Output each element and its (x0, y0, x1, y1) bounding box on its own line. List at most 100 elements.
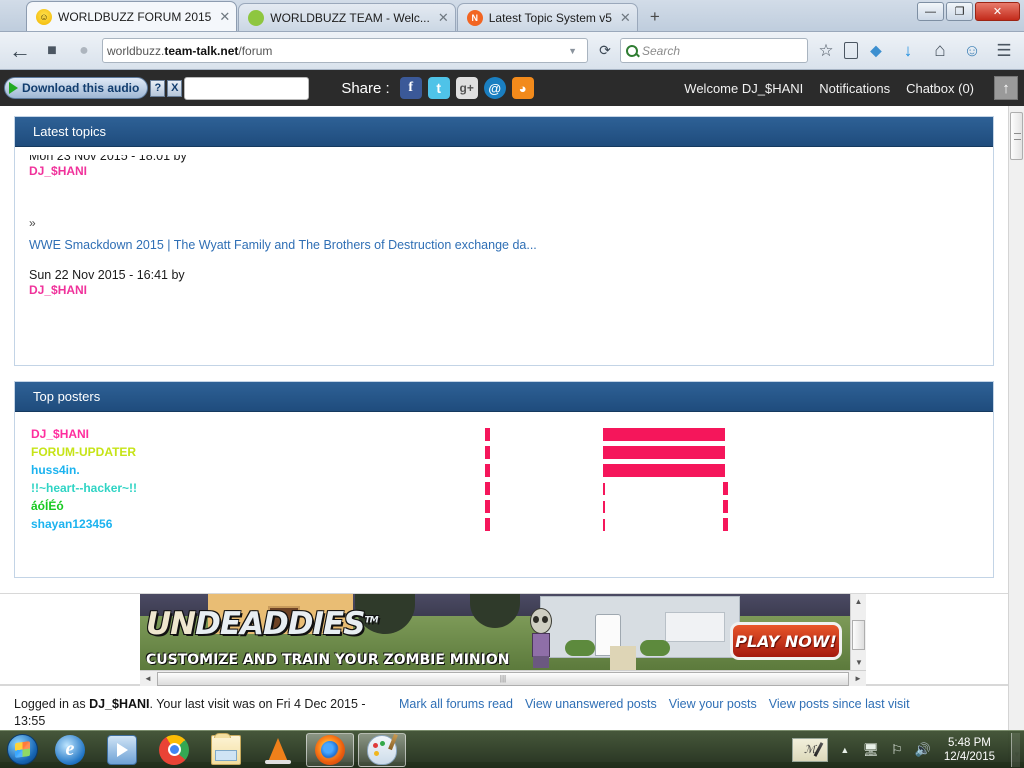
page-scrollbar-thumb[interactable] (1010, 112, 1023, 160)
view-posts-since-last-visit-link[interactable]: View posts since last visit (769, 697, 910, 711)
play-now-button[interactable]: PLAY NOW! (730, 622, 842, 660)
downloads-icon[interactable]: ↓ (894, 37, 922, 65)
top-posters-panel: Top posters DJ_$HANI FORUM-UPDATER huss4… (14, 381, 994, 578)
top-poster-name[interactable]: DJ_$HANI (15, 427, 485, 441)
ad-logo-un: UN (146, 606, 196, 642)
bookmark-star-icon[interactable]: ☆ (812, 37, 840, 65)
clock-date: 12/4/2015 (943, 750, 995, 763)
taskbar-firefox[interactable] (306, 732, 354, 767)
google-plus-icon[interactable]: g+ (455, 77, 478, 99)
taskbar-google-chrome[interactable] (150, 733, 198, 767)
close-toolbar-button[interactable]: X (167, 79, 183, 97)
window-controls: — ❐ ✕ (917, 2, 1020, 21)
top-poster-bar (485, 443, 993, 461)
shield-icon[interactable]: ⬥ (862, 37, 890, 65)
start-button[interactable] (2, 733, 42, 767)
browser-tab-2[interactable]: WORLDBUZZ TEAM - Welc... ✕ (238, 3, 456, 31)
top-poster-row: huss4in. (15, 461, 993, 479)
taskbar-windows-media-player[interactable] (98, 733, 146, 767)
topic-author[interactable]: DJ_$HANI (29, 283, 979, 297)
taskbar-vlc[interactable] (254, 733, 302, 767)
bar-cap-right (723, 500, 728, 513)
top-poster-name[interactable]: shayan123456 (15, 517, 485, 531)
scroll-to-top-button[interactable]: ↑ (994, 76, 1018, 100)
home-icon[interactable]: ⌂ (926, 37, 954, 65)
search-input[interactable]: Search (620, 38, 808, 63)
top-poster-row: shayan123456 (15, 515, 993, 533)
clock[interactable]: 5:48 PM 12/4/2015 (940, 736, 999, 764)
chevron-down-icon[interactable]: ▼ (562, 46, 583, 56)
view-your-posts-link[interactable]: View your posts (669, 697, 757, 711)
bar-fill (603, 464, 725, 477)
page-scrollbar[interactable]: ▼ (1008, 106, 1024, 762)
action-center-flag-icon[interactable]: ⚐ (888, 742, 906, 758)
show-hidden-icons-icon[interactable]: ▲ (836, 745, 854, 755)
topic-author[interactable]: DJ_$HANI (29, 164, 979, 178)
login-username[interactable]: DJ_$HANI (89, 697, 149, 711)
browser-tab-3-close-icon[interactable]: ✕ (620, 11, 631, 24)
mark-all-forums-read-link[interactable]: Mark all forums read (399, 697, 513, 711)
twitter-icon[interactable]: t (427, 77, 450, 99)
advertisement-horizontal-scrollbar[interactable]: ◄ ||| ► (140, 670, 866, 686)
top-poster-name[interactable]: á́ó́ÍÉó́ (15, 499, 485, 513)
bar-cap-left (485, 518, 490, 531)
toolbar-right: Welcome DJ_$HANI Notifications Chatbox (… (684, 76, 1024, 100)
window-minimize-button[interactable]: — (917, 2, 944, 21)
sync-icon[interactable]: ☺ (958, 37, 986, 65)
scroll-right-icon[interactable]: ► (850, 674, 866, 683)
advertisement-banner[interactable]: UNDEADDIESTM CUSTOMIZE AND TRAIN YOUR ZO… (140, 594, 850, 670)
browser-tab-2-close-icon[interactable]: ✕ (438, 11, 449, 24)
menu-icon[interactable]: ☰ (990, 37, 1018, 65)
top-poster-bar (485, 461, 993, 479)
scroll-thumb[interactable]: ||| (157, 671, 849, 686)
scroll-left-icon[interactable]: ◄ (140, 674, 156, 683)
taskbar-file-explorer[interactable] (202, 732, 250, 767)
topic-title-link[interactable]: WWE Smackdown 2015 | The Wyatt Family an… (29, 237, 979, 253)
back-button[interactable]: ← (6, 37, 34, 65)
ad-garage-door (665, 612, 725, 642)
google-chrome-icon (159, 734, 189, 765)
advertisement-vertical-scrollbar[interactable]: ▲ ▼ (850, 594, 866, 670)
network-icon[interactable]: 🖥 (862, 742, 880, 758)
top-poster-name[interactable]: !!~heart--hacker~!! (15, 481, 485, 495)
reading-list-icon[interactable] (844, 42, 858, 59)
bar-cap-left (485, 500, 490, 513)
chatbox-link[interactable]: Chatbox (0) (906, 81, 974, 96)
download-audio-label: Download this audio (22, 81, 140, 95)
taskbar-internet-explorer[interactable]: e (46, 733, 94, 767)
scroll-thumb[interactable] (852, 620, 865, 650)
advertisement-container: UNDEADDIESTM CUSTOMIZE AND TRAIN YOUR ZO… (0, 593, 1008, 686)
url-bar[interactable]: worldbuzz.team-talk.net/forum ▼ (102, 38, 588, 63)
bar-cap-left (485, 464, 490, 477)
help-button[interactable]: ? (150, 79, 166, 97)
volume-icon[interactable]: 🔊 (914, 742, 932, 758)
play-icon (9, 82, 18, 94)
notifications-link[interactable]: Notifications (819, 81, 890, 96)
n-badge-icon: N (466, 9, 483, 26)
scroll-down-icon[interactable]: ▼ (851, 655, 866, 670)
advertisement-frame[interactable]: UNDEADDIESTM CUSTOMIZE AND TRAIN YOUR ZO… (140, 594, 866, 686)
taskbar-paint[interactable] (358, 732, 406, 767)
top-poster-name[interactable]: huss4in. (15, 463, 485, 477)
window-maximize-button[interactable]: ❐ (946, 2, 973, 21)
download-audio-widget: Download this audio ? X (4, 77, 183, 99)
tablet-input-panel-icon[interactable]: ℳ (791, 737, 828, 762)
scroll-up-icon[interactable]: ▲ (851, 594, 866, 609)
facebook-icon[interactable]: f (399, 77, 422, 99)
browser-tab-3[interactable]: N Latest Topic System v5 ✕ (456, 3, 638, 31)
top-poster-name[interactable]: FORUM-UPDATER (15, 445, 485, 459)
show-desktop-button[interactable] (1011, 732, 1020, 767)
reload-button[interactable]: ⟳ (594, 42, 616, 59)
toolbar-text-input[interactable] (184, 76, 310, 100)
browser-tab-1-close-icon[interactable]: ✕ (219, 10, 230, 23)
site-identity-icon[interactable]: ■ (38, 37, 66, 65)
taskbar: e ℳ ▲ 🖥 ⚐ 🔊 5:48 PM 12/4/2015 (0, 730, 1024, 768)
browser-tab-1[interactable]: ☺ WORLDBUZZ FORUM 2015 ✕ (26, 1, 238, 31)
new-tab-button[interactable]: + (643, 6, 667, 28)
window-close-button[interactable]: ✕ (975, 2, 1020, 21)
view-unanswered-posts-link[interactable]: View unanswered posts (525, 697, 657, 711)
rss-icon[interactable]: ◕ (511, 77, 534, 99)
email-icon[interactable]: @ (483, 77, 506, 99)
search-placeholder: Search (642, 43, 681, 58)
download-audio-button[interactable]: Download this audio (4, 77, 149, 99)
